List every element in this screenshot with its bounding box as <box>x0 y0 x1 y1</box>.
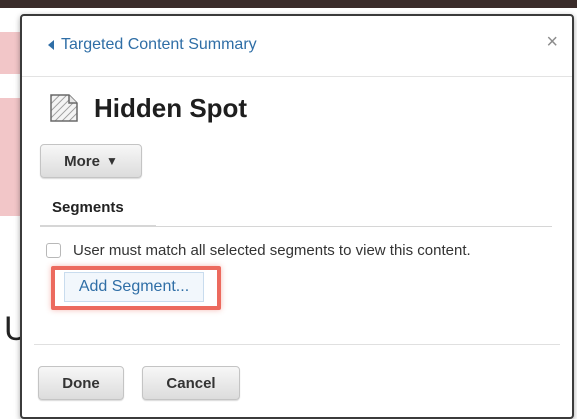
dialog-header: Targeted Content Summary × <box>22 16 572 77</box>
add-segment-button[interactable]: Add Segment... <box>64 272 204 302</box>
back-to-summary-link[interactable]: Targeted Content Summary <box>48 36 257 54</box>
background-panel <box>0 98 22 216</box>
page-title: Hidden Spot <box>94 92 248 123</box>
close-icon[interactable]: × <box>546 32 558 52</box>
more-dropdown-button[interactable]: More ▼ <box>40 144 142 178</box>
tab-bar: Segments <box>40 194 552 227</box>
match-all-checkbox[interactable] <box>46 243 61 258</box>
match-all-row: User must match all selected segments to… <box>46 242 471 259</box>
done-button[interactable]: Done <box>38 366 124 400</box>
content-title-row: Hidden Spot <box>48 92 247 124</box>
document-hidden-icon <box>50 94 78 122</box>
footer-divider <box>34 344 560 345</box>
back-arrow-icon <box>48 40 54 50</box>
background-panel <box>0 32 22 74</box>
back-link-label: Targeted Content Summary <box>61 36 257 53</box>
tab-segments[interactable]: Segments <box>40 194 156 226</box>
cancel-button[interactable]: Cancel <box>142 366 240 400</box>
more-button-label: More <box>64 152 100 170</box>
background-strip <box>0 0 577 8</box>
targeted-content-dialog: Targeted Content Summary × Hidden Spot M… <box>20 14 574 419</box>
match-all-label: User must match all selected segments to… <box>73 242 471 259</box>
caret-down-icon: ▼ <box>105 154 118 168</box>
